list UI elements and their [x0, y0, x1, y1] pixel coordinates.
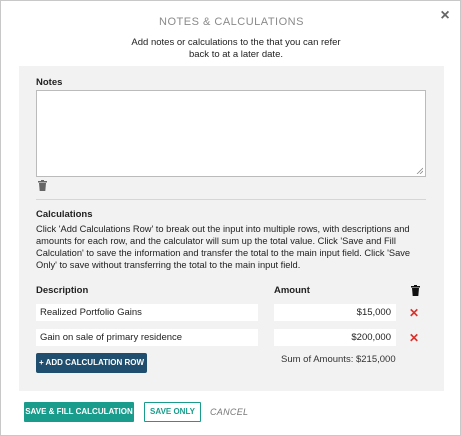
section-divider — [36, 199, 426, 200]
calculations-label: Calculations — [36, 209, 93, 220]
description-column-header: Description — [36, 285, 89, 296]
row-description-input[interactable]: Realized Portfolio Gains — [36, 304, 258, 321]
save-only-button[interactable]: SAVE ONLY — [144, 402, 201, 422]
row-description-input[interactable]: Gain on sale of primary residence — [36, 329, 258, 346]
sum-of-amounts: Sum of Amounts: $215,000 — [281, 354, 396, 365]
trash-icon[interactable] — [411, 285, 420, 296]
row-amount-input[interactable]: $200,000 — [274, 329, 396, 346]
dialog-subtitle: Add notes or calculations to the that yo… — [131, 37, 341, 60]
delete-row-icon[interactable]: ✕ — [408, 332, 420, 344]
dialog-title: NOTES & CALCULATIONS — [159, 16, 304, 28]
trash-icon[interactable] — [38, 180, 47, 191]
row-amount-input[interactable]: $15,000 — [274, 304, 396, 321]
notes-textarea[interactable] — [36, 90, 426, 177]
delete-row-icon[interactable]: ✕ — [408, 307, 420, 319]
notes-calculations-dialog: NOTES & CALCULATIONS × Add notes or calc… — [0, 0, 461, 436]
add-calculation-row-button[interactable]: + ADD CALCULATION ROW — [36, 353, 147, 373]
content-panel: Notes Calculations Click 'Add Calculatio… — [19, 66, 444, 391]
notes-label: Notes — [36, 77, 63, 88]
cancel-button[interactable]: CANCEL — [210, 402, 248, 422]
amount-column-header: Amount — [274, 285, 310, 296]
close-icon[interactable]: × — [438, 8, 452, 24]
save-and-fill-button[interactable]: SAVE & FILL CALCULATION — [24, 402, 134, 422]
calculations-description: Click 'Add Calculations Row' to break ou… — [36, 224, 411, 270]
resize-grip-icon[interactable] — [416, 167, 423, 174]
